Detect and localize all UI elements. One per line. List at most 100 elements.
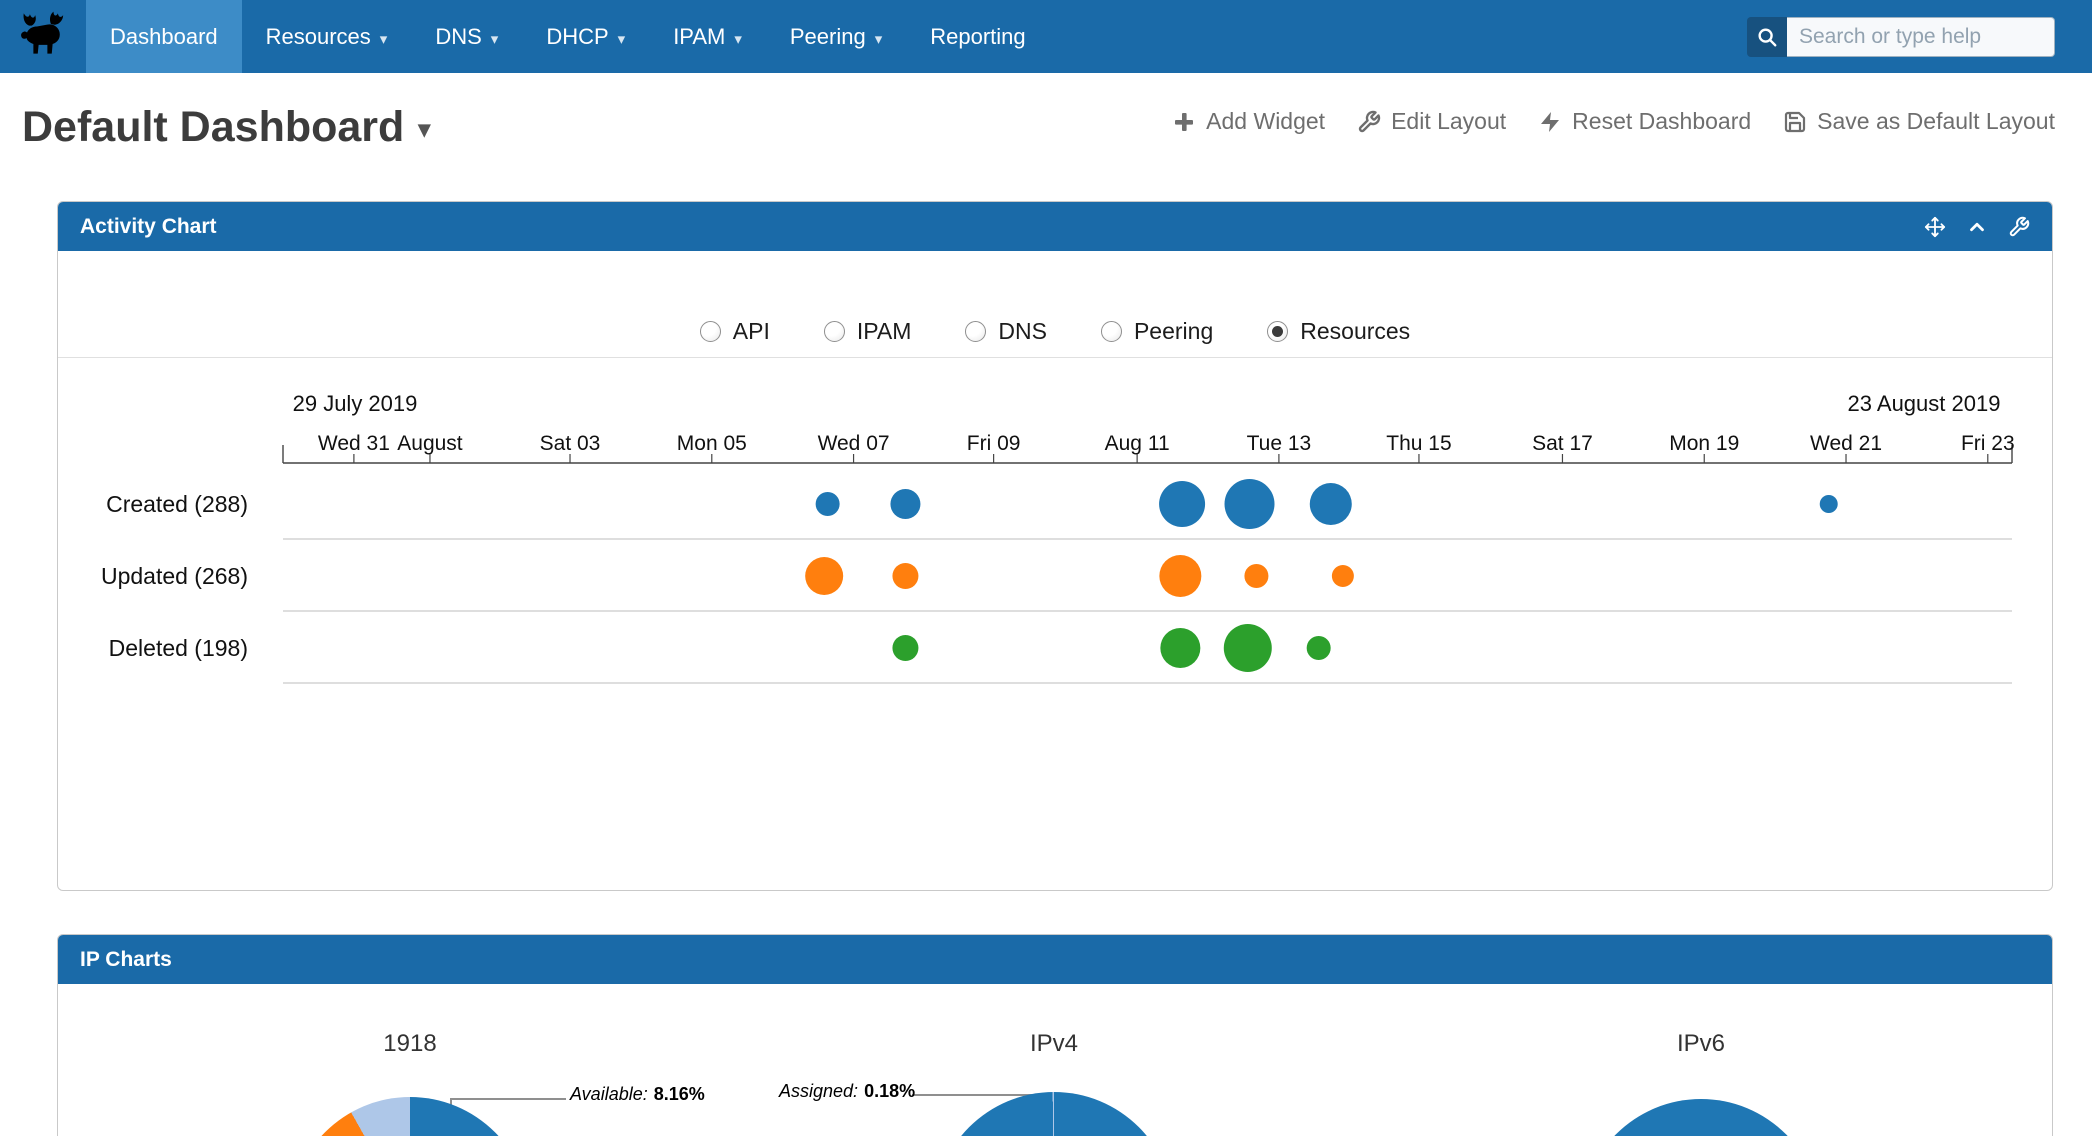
radio-resources[interactable]: Resources <box>1267 318 1410 345</box>
pie-title-1918: 1918 <box>260 1030 560 1058</box>
caret-down-icon <box>491 30 499 48</box>
svg-text:Mon 05: Mon 05 <box>677 432 747 455</box>
nav-item-dns[interactable]: DNS <box>411 0 522 73</box>
caret-down-icon <box>734 30 742 48</box>
settings-wrench-icon[interactable] <box>2008 216 2030 238</box>
radio-label: DNS <box>998 318 1047 345</box>
svg-text:Sat 03: Sat 03 <box>540 432 601 455</box>
collapse-chevron-up-icon[interactable] <box>1966 216 1988 238</box>
app-logo[interactable] <box>0 0 86 73</box>
ip-charts-panel: IP Charts 1918 IPv4 IPv6 Available: 8.16%… <box>57 934 2053 1136</box>
nav-label: Reporting <box>930 24 1025 50</box>
nav-item-reporting[interactable]: Reporting <box>906 0 1049 73</box>
nav-label: DNS <box>435 24 481 50</box>
radio-circle <box>1101 321 1122 342</box>
svg-text:Fri 09: Fri 09 <box>967 432 1021 455</box>
pie-title-ipv6: IPv6 <box>1551 1030 1851 1058</box>
radio-api[interactable]: API <box>700 318 770 345</box>
activity-filter-radios: API IPAM DNS Peering Resources <box>58 251 2052 358</box>
svg-text:Wed 31: Wed 31 <box>318 432 390 455</box>
pie-chart-ipv6[interactable] <box>1581 1099 1821 1136</box>
svg-text:Updated (268): Updated (268) <box>101 563 248 589</box>
radio-label: Peering <box>1134 318 1213 345</box>
pie-annotation-assigned: Assigned: 0.18% <box>779 1081 915 1102</box>
radio-label: IPAM <box>857 318 912 345</box>
svg-text:Fri 23: Fri 23 <box>1961 432 2015 455</box>
page: Dashboard Resources DNS DHCP IPAM Peerin… <box>0 0 2092 1136</box>
panel-title: IP Charts <box>80 948 172 972</box>
panel-title: Activity Chart <box>80 215 217 239</box>
svg-text:29 July 2019: 29 July 2019 <box>293 391 418 416</box>
pie-annotation-available: Available: 8.16% <box>570 1084 705 1105</box>
ip-panel-header: IP Charts <box>58 935 2052 984</box>
ip-charts-body: 1918 IPv4 IPv6 Available: 8.16% Assigned:… <box>58 984 2052 1136</box>
action-label: Save as Default Layout <box>1817 108 2055 135</box>
search-button[interactable] <box>1747 17 1787 57</box>
radio-circle <box>700 321 721 342</box>
caret-down-icon <box>875 30 883 48</box>
svg-text:Thu 15: Thu 15 <box>1386 432 1451 455</box>
search-input[interactable] <box>1787 17 2055 57</box>
svg-text:August: August <box>397 432 463 455</box>
radio-label: API <box>733 318 770 345</box>
action-label: Add Widget <box>1206 108 1325 135</box>
page-title: Default Dashboard <box>22 103 430 152</box>
nav-item-ipam[interactable]: IPAM <box>649 0 766 73</box>
nav-label: Dashboard <box>110 24 218 50</box>
annotation-connector <box>450 1098 566 1100</box>
action-label: Reset Dashboard <box>1572 108 1751 135</box>
svg-text:Created (288): Created (288) <box>106 491 248 517</box>
top-navbar: Dashboard Resources DNS DHCP IPAM Peerin… <box>0 0 2092 73</box>
radio-peering[interactable]: Peering <box>1101 318 1213 345</box>
action-label: Edit Layout <box>1391 108 1506 135</box>
nav-label: DHCP <box>546 24 608 50</box>
panel-header-icons <box>1924 216 2030 238</box>
pie-chart-ipv4[interactable] <box>934 1092 1174 1136</box>
activity-chart-panel: Activity Chart API IPAM <box>57 201 2053 891</box>
edit-layout-button[interactable]: Edit Layout <box>1357 108 1506 135</box>
radio-ipam[interactable]: IPAM <box>824 318 912 345</box>
title-caret-down-icon[interactable] <box>418 115 430 144</box>
move-icon[interactable] <box>1924 216 1946 238</box>
svg-text:Mon 19: Mon 19 <box>1669 432 1739 455</box>
svg-text:Wed 21: Wed 21 <box>1810 432 1882 455</box>
svg-text:Aug 11: Aug 11 <box>1105 432 1170 455</box>
nav-label: IPAM <box>673 24 725 50</box>
pie-title-ipv4: IPv4 <box>904 1030 1204 1058</box>
nav-item-dashboard[interactable]: Dashboard <box>86 0 242 73</box>
search-bar <box>1747 0 2055 73</box>
radio-circle <box>1267 321 1288 342</box>
dashboard-actions: Add Widget Edit Layout Reset Dashboard S… <box>1172 108 2055 135</box>
svg-text:Deleted (198): Deleted (198) <box>109 635 248 661</box>
nav-label: Resources <box>266 24 371 50</box>
radio-label: Resources <box>1300 318 1410 345</box>
activity-panel-header: Activity Chart <box>58 202 2052 251</box>
annotation-value: 8.16% <box>654 1084 705 1104</box>
nav-label: Peering <box>790 24 866 50</box>
annotation-prefix: Available: <box>570 1084 648 1104</box>
svg-text:Wed 07: Wed 07 <box>818 432 890 455</box>
annotation-prefix: Assigned: <box>779 1081 858 1101</box>
radio-circle <box>965 321 986 342</box>
activity-timeline-chart: 29 July 2019 23 August 2019 Wed 31 August Sa… <box>58 358 2052 891</box>
nav-item-dhcp[interactable]: DHCP <box>522 0 649 73</box>
radio-dns[interactable]: DNS <box>965 318 1047 345</box>
svg-text:23 August 2019: 23 August 2019 <box>1848 391 2001 416</box>
radio-circle <box>824 321 845 342</box>
caret-down-icon <box>618 30 626 48</box>
annotation-value: 0.18% <box>864 1081 915 1101</box>
add-widget-button[interactable]: Add Widget <box>1172 108 1325 135</box>
wrench-icon <box>1357 110 1381 134</box>
page-title-text: Default Dashboard <box>22 103 404 151</box>
bolt-icon <box>1538 110 1562 134</box>
nav-item-resources[interactable]: Resources <box>242 0 412 73</box>
svg-text:Tue 13: Tue 13 <box>1247 432 1312 455</box>
pie-chart-1918[interactable] <box>290 1097 530 1136</box>
save-icon <box>1783 110 1807 134</box>
reset-dashboard-button[interactable]: Reset Dashboard <box>1538 108 1751 135</box>
search-icon <box>1756 26 1778 48</box>
save-default-layout-button[interactable]: Save as Default Layout <box>1783 108 2055 135</box>
svg-text:Sat 17: Sat 17 <box>1532 432 1593 455</box>
nav-item-peering[interactable]: Peering <box>766 0 906 73</box>
plus-icon <box>1172 110 1196 134</box>
